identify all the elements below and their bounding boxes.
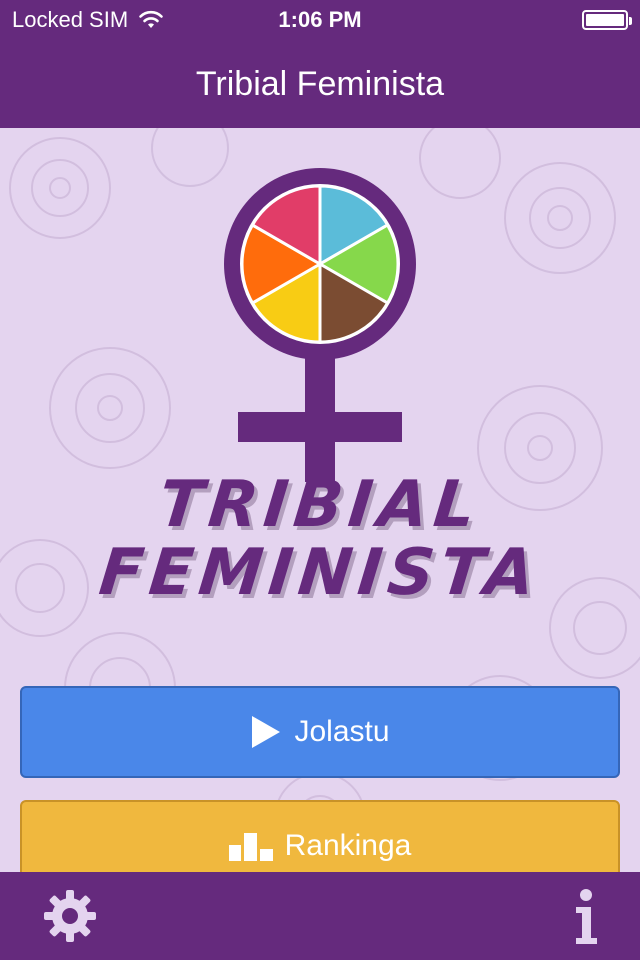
battery-icon: [582, 10, 632, 30]
ranking-button-label: Rankinga: [284, 829, 412, 862]
play-button-label: Jolastu: [294, 715, 390, 748]
play-button[interactable]: Jolastu: [20, 686, 620, 778]
play-icon: [252, 716, 281, 748]
main-content: TRIBIAL FEMINISTA Jolastu Rankinga: [0, 128, 640, 872]
ranking-button[interactable]: Rankinga: [20, 800, 620, 872]
bar-chart-icon: [228, 833, 273, 861]
logo-text-line1: TRIBIAL: [155, 468, 485, 542]
status-right: [582, 0, 632, 40]
info-icon[interactable]: [566, 888, 606, 946]
status-bar: Locked SIM 1:06 PM: [0, 0, 640, 40]
gear-icon[interactable]: [44, 890, 96, 942]
bottom-toolbar: [0, 872, 640, 960]
nav-bar: Tribial Feminista: [0, 40, 640, 128]
logo-text-line2: FEMINISTA: [95, 536, 545, 610]
logo-female-symbol-icon: [224, 168, 416, 482]
page-title: Tribial Feminista: [195, 64, 445, 103]
pie-wedges: [240, 184, 400, 344]
status-time: 1:06 PM: [278, 7, 362, 32]
